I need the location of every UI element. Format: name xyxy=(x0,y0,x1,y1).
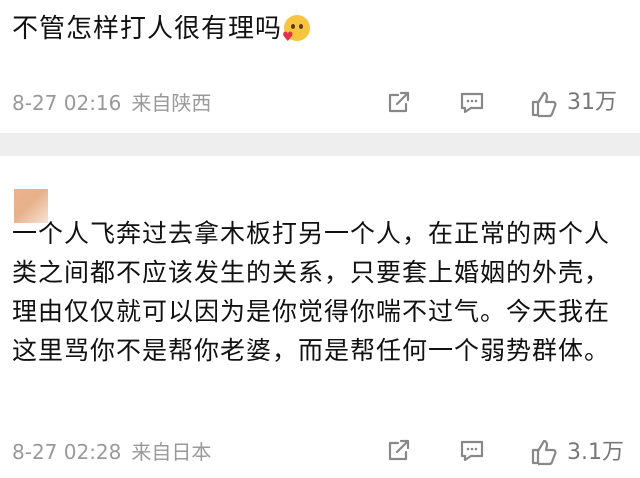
like-icon[interactable] xyxy=(529,437,557,466)
heart-icon: ♥ xyxy=(282,30,295,45)
comment-feed: 不管怎样打人很有理吗 ♥ 8-27 02:16 来自陕西 31万 一个人飞奔过去… xyxy=(0,0,640,478)
like-count: 3.1万 xyxy=(567,440,624,465)
comment-text: 一个人飞奔过去拿木板打另一个人，在正常的两个人类之间都不应该发生的关系，只要套上… xyxy=(12,219,611,365)
reply-icon[interactable] xyxy=(458,89,486,117)
reply-icon[interactable] xyxy=(458,437,486,465)
comment-separator xyxy=(0,133,640,156)
comment-time: 8-27 02:16 xyxy=(12,91,122,115)
share-icon[interactable] xyxy=(384,437,412,465)
comment-card: 不管怎样打人很有理吗 ♥ 8-27 02:16 来自陕西 31万 xyxy=(0,0,640,133)
comment-meta: 8-27 02:28 来自日本 xyxy=(12,440,211,464)
comment-time: 8-27 02:28 xyxy=(12,440,122,464)
like-count: 31万 xyxy=(567,90,617,115)
comment-location: 来自陕西 xyxy=(131,91,212,115)
smiling-face-with-heart-icon: ♥ xyxy=(282,15,311,45)
share-icon[interactable] xyxy=(384,89,412,117)
comment-text-container: 不管怎样打人很有理吗 ♥ xyxy=(12,10,616,49)
comment-location: 来自日本 xyxy=(131,440,212,464)
comment-card: 一个人飞奔过去拿木板打另一个人，在正常的两个人类之间都不应该发生的关系，只要套上… xyxy=(0,156,640,478)
comment-meta: 8-27 02:16 来自陕西 xyxy=(12,91,211,115)
like-icon[interactable] xyxy=(529,89,557,118)
comment-text: 不管怎样打人很有理吗 xyxy=(12,14,283,44)
